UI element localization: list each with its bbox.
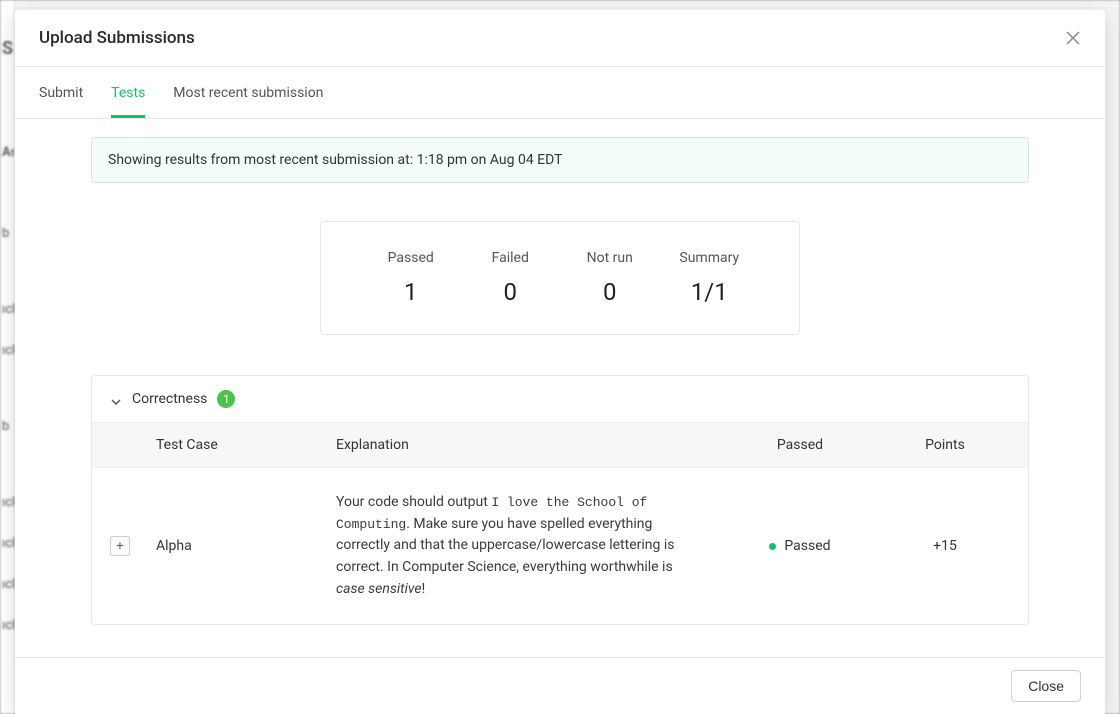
th-points: Points: [880, 437, 1010, 453]
passed-label: Passed: [784, 538, 830, 554]
modal-header: Upload Submissions: [15, 10, 1105, 67]
stat-failed: Failed 0: [461, 250, 561, 306]
stat-value: 0: [461, 278, 561, 306]
stat-label: Summary: [660, 250, 760, 266]
stat-value: 0: [560, 278, 660, 306]
testcase-passed: Passed: [720, 538, 880, 555]
section-title: Correctness: [132, 391, 207, 407]
stat-summary: Summary 1/1: [660, 250, 760, 306]
section-header[interactable]: Correctness 1: [92, 376, 1028, 422]
modal-footer: Close: [15, 657, 1105, 714]
bg-text: S1: [0, 30, 14, 67]
expand-row-button[interactable]: +: [110, 536, 130, 556]
table-row: + Alpha Your code should output I love t…: [92, 468, 1028, 624]
bg-text: ıck: [0, 569, 14, 600]
count-badge: 1: [217, 390, 235, 408]
test-stats-card: Passed 1 Failed 0 Not run 0 Summary 1/1: [320, 221, 800, 335]
stat-value: 1/1: [660, 278, 760, 306]
test-cases-table: Test Case Explanation Passed Points + Al…: [92, 422, 1028, 624]
tab-submit[interactable]: Submit: [39, 67, 83, 118]
submission-time-banner: Showing results from most recent submiss…: [91, 137, 1029, 183]
testcase-points: +15: [880, 538, 1010, 554]
tabs: Submit Tests Most recent submission: [15, 67, 1105, 119]
th-explanation: Explanation: [336, 437, 720, 453]
table-header: Test Case Explanation Passed Points: [92, 422, 1028, 468]
testcase-explanation: Your code should output I love the Schoo…: [336, 492, 720, 600]
bg-text: ıck: [0, 335, 14, 366]
stat-passed: Passed 1: [361, 250, 461, 306]
chevron-down-icon: [110, 393, 122, 405]
stat-not-run: Not run 0: [560, 250, 660, 306]
close-icon[interactable]: [1065, 30, 1081, 46]
bg-text: Ass: [0, 137, 14, 168]
bg-text: ıck: [0, 487, 14, 518]
upload-submissions-modal: Upload Submissions Submit Tests Most rec…: [15, 10, 1105, 714]
modal-body: Showing results from most recent submiss…: [15, 119, 1105, 657]
tab-most-recent-submission[interactable]: Most recent submission: [173, 67, 323, 118]
th-passed: Passed: [720, 437, 880, 453]
stat-value: 1: [361, 278, 461, 306]
stat-label: Failed: [461, 250, 561, 266]
explanation-emphasis: case sensitive: [336, 581, 422, 597]
close-button[interactable]: Close: [1011, 670, 1081, 702]
bg-text: ıck: [0, 610, 14, 641]
explanation-text: Your code should output: [336, 494, 491, 510]
bg-text: b: [0, 411, 14, 442]
tab-tests[interactable]: Tests: [111, 67, 145, 118]
bg-text: ıck: [0, 294, 14, 325]
explanation-text: !: [422, 581, 426, 597]
testcase-name: Alpha: [156, 538, 336, 554]
status-dot-icon: [769, 543, 776, 550]
stat-label: Not run: [560, 250, 660, 266]
bg-text: ıck: [0, 528, 14, 559]
th-testcase: Test Case: [156, 437, 336, 453]
stat-label: Passed: [361, 250, 461, 266]
modal-title: Upload Submissions: [39, 28, 195, 48]
correctness-section: Correctness 1 Test Case Explanation Pass…: [91, 375, 1029, 625]
bg-text: b: [0, 218, 14, 249]
th-expand: [110, 437, 156, 453]
